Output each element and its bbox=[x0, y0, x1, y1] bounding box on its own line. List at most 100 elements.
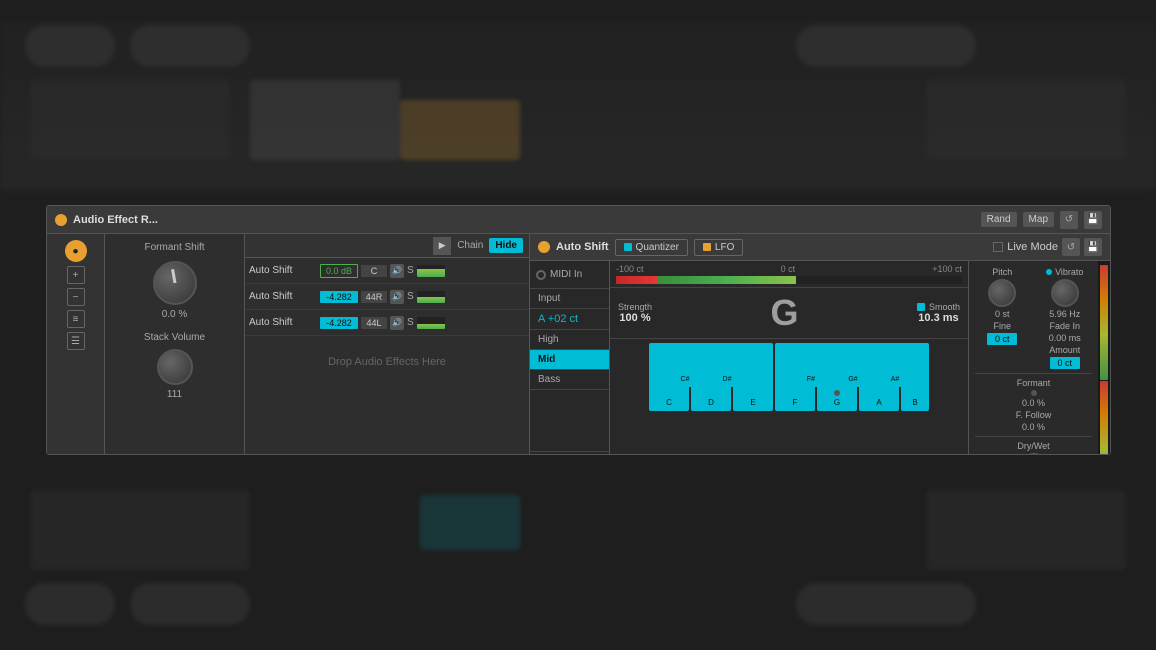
chain-s-3[interactable]: S bbox=[407, 317, 414, 328]
midi-radio[interactable] bbox=[536, 270, 546, 280]
gain-row: Gain 0.0 dB bbox=[530, 451, 609, 454]
quantizer-indicator bbox=[624, 243, 632, 251]
chain-item-name-3: Auto Shift bbox=[249, 317, 317, 328]
chain-channel-1: C bbox=[361, 265, 387, 277]
key-Asharp-label: A# bbox=[891, 376, 900, 383]
drywet-label: Dry/Wet bbox=[1017, 441, 1049, 451]
chain-waveform-icon-1[interactable]: 🔊 bbox=[390, 264, 404, 278]
cycle-icon[interactable]: ↺ bbox=[1060, 211, 1078, 229]
autoshift-cycle-icon[interactable]: ↺ bbox=[1062, 238, 1080, 256]
rack-power-button[interactable] bbox=[55, 214, 67, 226]
minus-button[interactable]: − bbox=[67, 288, 85, 306]
vu-right bbox=[1100, 381, 1108, 455]
vibrato-section: Vibrato 5.96 Hz Fade In 0.00 ms Amount 0… bbox=[1038, 267, 1093, 369]
live-mode-area: Live Mode ↺ 💾 bbox=[993, 238, 1102, 256]
chain-item-2: Auto Shift -4.282 44R 🔊 S bbox=[245, 284, 529, 310]
chain-item-name-1: Auto Shift bbox=[249, 265, 317, 276]
key-C-label: C bbox=[666, 398, 672, 407]
stack-knob[interactable] bbox=[157, 349, 193, 385]
smooth-value: 10.3 ms bbox=[918, 312, 958, 324]
chain-meter-1 bbox=[417, 265, 445, 277]
rack-header: Audio Effect R... Rand Map ↺ 💾 bbox=[47, 206, 1110, 234]
lfo-indicator bbox=[703, 243, 711, 251]
formant-inner: Formant 0.0 % F. Follow 0.0 % bbox=[975, 378, 1092, 432]
key-Fsharp-label: F# bbox=[807, 376, 815, 383]
chain-meter-3 bbox=[417, 317, 445, 329]
pitch-vibrato-panel: Pitch 0 st Fine 0 ct Vibrato bbox=[968, 261, 1098, 454]
autoshift-save-icon[interactable]: 💾 bbox=[1084, 238, 1102, 256]
pitch-knob[interactable] bbox=[988, 279, 1016, 307]
autoshift-left-strip: MIDI In Input A +02 ct High Mid Bass Gai… bbox=[530, 261, 610, 454]
pitch-value: 0 st bbox=[995, 309, 1010, 319]
eq-button[interactable]: ≡ bbox=[67, 310, 85, 328]
meter-section: -100 ct 0 ct +100 ct bbox=[610, 261, 968, 288]
smooth-indicator: Smooth bbox=[917, 302, 960, 312]
rand-button[interactable]: Rand bbox=[981, 212, 1017, 227]
formant-panel-value: 0.0 % bbox=[1022, 398, 1045, 408]
drywet-knob[interactable] bbox=[1020, 453, 1048, 454]
piano-svg: C D E F G A B C# D# F# bbox=[614, 343, 964, 411]
rack-sidebar: ⏺ + − ≡ ☰ bbox=[47, 234, 105, 454]
chain-s-2[interactable]: S bbox=[407, 291, 414, 302]
autoshift-body: MIDI In Input A +02 ct High Mid Bass Gai… bbox=[530, 261, 1110, 454]
chain-db-2: -4.282 bbox=[320, 291, 358, 303]
stack-label: Stack Volume bbox=[144, 332, 205, 343]
strength-label: Strength bbox=[618, 302, 652, 312]
bass-band-button[interactable]: Bass bbox=[530, 370, 609, 390]
live-mode-checkbox[interactable] bbox=[993, 242, 1003, 252]
pitch-label: Pitch bbox=[992, 267, 1012, 277]
key-B-label: B bbox=[912, 398, 917, 407]
amount-label: Amount bbox=[1049, 345, 1080, 355]
strength-section: Strength 100 % bbox=[618, 302, 652, 324]
smooth-label: Smooth bbox=[929, 302, 960, 312]
vibrato-label: Vibrato bbox=[1055, 267, 1083, 277]
drywet-section: Dry/Wet 100 % bbox=[975, 436, 1092, 454]
save-icon[interactable]: 💾 bbox=[1084, 211, 1102, 229]
fine-label: Fine bbox=[993, 321, 1011, 331]
mid-band-button[interactable]: Mid bbox=[530, 350, 609, 370]
key-D-label: D bbox=[708, 398, 714, 407]
formant-panel-label: Formant bbox=[1017, 378, 1051, 388]
formant-knob[interactable] bbox=[153, 261, 197, 305]
band-buttons: Input A +02 ct High Mid Bass bbox=[530, 289, 609, 390]
meter-fill-red bbox=[616, 276, 658, 284]
key-Gsharp-label: G# bbox=[848, 376, 857, 383]
pitch-vibrato-row: Pitch 0 st Fine 0 ct Vibrato bbox=[975, 267, 1092, 369]
chain-db-3: -4.282 bbox=[320, 317, 358, 329]
formant-shift-section: Formant Shift 0.0 % Stack Volume 111 bbox=[105, 234, 245, 454]
key-F-label: F bbox=[793, 398, 798, 407]
autoshift-power-button[interactable] bbox=[538, 241, 550, 253]
vibrato-knob[interactable] bbox=[1051, 279, 1079, 307]
input-button[interactable]: Input bbox=[530, 289, 609, 309]
stack-value: 111 bbox=[167, 389, 182, 400]
chain-waveform-icon-3[interactable]: 🔊 bbox=[390, 316, 404, 330]
meter-fill-green bbox=[658, 276, 796, 284]
chain-item: Auto Shift 0.0 dB C 🔊 S bbox=[245, 258, 529, 284]
chain-s-1[interactable]: S bbox=[407, 265, 414, 276]
autoshift-header: Auto Shift Quantizer LFO Live Mode ↺ 💾 bbox=[530, 234, 1110, 261]
list-button[interactable]: ☰ bbox=[67, 332, 85, 350]
keys-container: C D E F G A B C# D# F# bbox=[614, 343, 964, 411]
play-button[interactable]: ▶ bbox=[433, 237, 451, 255]
high-band-button[interactable]: High bbox=[530, 330, 609, 350]
amount-value[interactable]: 0 ct bbox=[1050, 357, 1080, 369]
chain-channel-3: 44L bbox=[361, 317, 387, 329]
map-button[interactable]: Map bbox=[1023, 212, 1054, 227]
meter-right-label: +100 ct bbox=[932, 264, 962, 274]
lfo-tab[interactable]: LFO bbox=[694, 239, 743, 256]
chain-meter-2 bbox=[417, 291, 445, 303]
chain-waveform-icon-2[interactable]: 🔊 bbox=[390, 290, 404, 304]
vibrato-dot bbox=[1046, 269, 1052, 275]
drop-zone: Drop Audio Effects Here bbox=[245, 336, 529, 388]
add-button[interactable]: + bbox=[67, 266, 85, 284]
key-G-label: G bbox=[834, 398, 840, 407]
note-display: A +02 ct bbox=[530, 309, 609, 330]
key-E-label: E bbox=[750, 398, 755, 407]
rack-power-toggle[interactable]: ⏺ bbox=[65, 240, 87, 262]
chain-channel-2: 44R bbox=[361, 291, 387, 303]
fine-value[interactable]: 0 ct bbox=[987, 333, 1017, 345]
formant-knob-container: 0.0 % bbox=[153, 261, 197, 320]
formant-panel-section: Formant 0.0 % F. Follow 0.0 % bbox=[975, 373, 1092, 432]
quantizer-tab[interactable]: Quantizer bbox=[615, 239, 688, 256]
hide-button[interactable]: Hide bbox=[489, 238, 523, 253]
